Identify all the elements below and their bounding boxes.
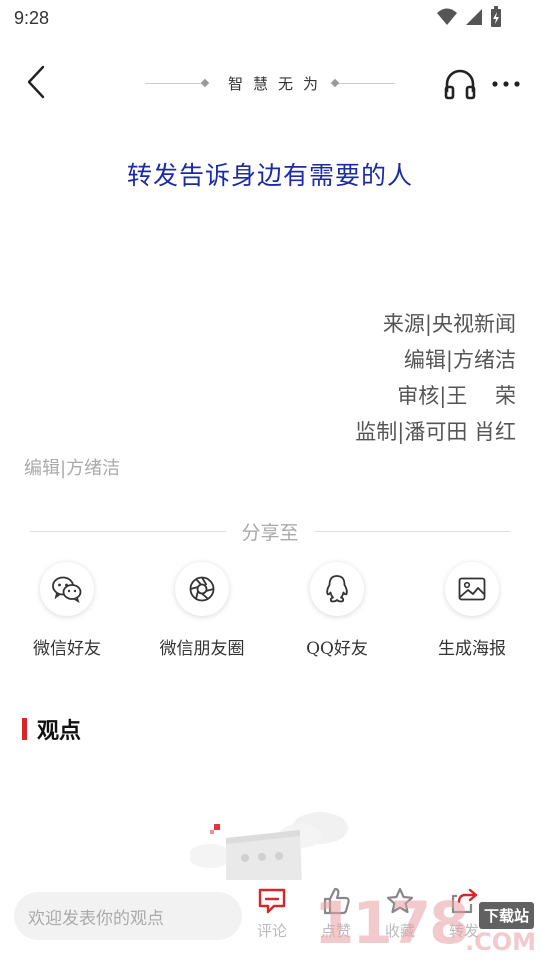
share-qq-button[interactable]: QQ好友: [277, 562, 397, 659]
qq-icon: [326, 575, 348, 603]
forward-button[interactable]: 转发: [434, 886, 494, 956]
like-label: 点赞: [320, 922, 351, 940]
share-wechat-label: 微信好友: [33, 639, 101, 659]
brand-divider-right: [336, 82, 396, 84]
credit-reviewer: 审核|王 荣: [397, 384, 516, 408]
section-accent-bar: [22, 718, 27, 740]
battery-icon: [491, 6, 501, 27]
empty-state-graphic: [188, 812, 348, 886]
share-header: 分享至: [30, 518, 511, 544]
status-time: 9:28: [14, 8, 50, 28]
empty-comments-illustration: [188, 806, 360, 886]
favorite-label: 收藏: [384, 922, 415, 940]
status-bar: 9:28: [0, 0, 540, 38]
signal-icon: [466, 9, 482, 25]
article-headline: 转发告诉身边有需要的人: [126, 161, 413, 190]
favorite-button[interactable]: 收藏: [370, 886, 430, 956]
credit-supervisor: 监制|潘可田 肖红: [355, 420, 516, 444]
image-icon: [458, 577, 486, 601]
chevron-left-icon: [27, 65, 45, 99]
listen-button[interactable]: [442, 66, 478, 102]
comment-button[interactable]: 评论: [242, 886, 302, 956]
headphones-icon: [444, 69, 476, 100]
nav-bar: 智慧无为: [0, 52, 540, 114]
share-divider-right: [314, 530, 511, 532]
share-poster-button[interactable]: 生成海报: [412, 562, 532, 659]
forward-label: 转发: [448, 922, 479, 940]
comment-label: 评论: [256, 922, 287, 940]
share-options: 微信好友 微信朋友圈 QQ好友 生成海报: [0, 562, 540, 662]
share-poster-circle: [445, 562, 499, 616]
share-title: 分享至: [241, 521, 299, 544]
brand-divider-left: [145, 82, 204, 84]
share-moments-label: 微信朋友圈: [159, 639, 245, 659]
share-qq-label: QQ好友: [306, 639, 368, 659]
share-wechat-button[interactable]: 微信好友: [7, 562, 127, 659]
back-button[interactable]: [18, 64, 54, 100]
comments-section-title: 观点: [22, 714, 81, 744]
comments-title-text: 观点: [37, 718, 82, 744]
share-poster-label: 生成海报: [438, 639, 506, 659]
comment-input[interactable]: 欢迎发表你的观点: [14, 892, 242, 940]
moments-icon: [189, 576, 215, 602]
credit-editor: 编辑|方绪洁: [403, 348, 516, 372]
bottom-bar: 欢迎发表你的观点 评论 点赞 收藏 转发: [0, 880, 540, 960]
share-wechat-circle: [40, 562, 94, 616]
comment-icon: [258, 888, 286, 914]
like-button[interactable]: 点赞: [306, 886, 366, 956]
brand-text: 智慧无为: [228, 74, 329, 93]
star-icon: [386, 887, 414, 914]
status-icons: [436, 6, 502, 28]
share-divider-left: [30, 530, 226, 532]
share-moments-button[interactable]: 微信朋友圈: [142, 562, 262, 659]
wechat-icon: [52, 576, 82, 603]
article-credits: 来源|央视新闻 编辑|方绪洁 审核|王 荣 监制|潘可田 肖红: [355, 306, 516, 450]
share-icon: [451, 888, 478, 914]
more-button[interactable]: [488, 68, 524, 100]
more-dots-icon: [492, 81, 520, 87]
share-moments-circle: [175, 562, 229, 616]
editor-note: 编辑|方绪洁: [24, 458, 121, 479]
share-qq-circle: [310, 562, 364, 616]
wifi-icon: [437, 8, 457, 25]
credit-source: 来源|央视新闻: [382, 312, 516, 336]
brand-title: 智慧无为: [145, 70, 396, 96]
thumb-up-icon: [323, 887, 350, 915]
